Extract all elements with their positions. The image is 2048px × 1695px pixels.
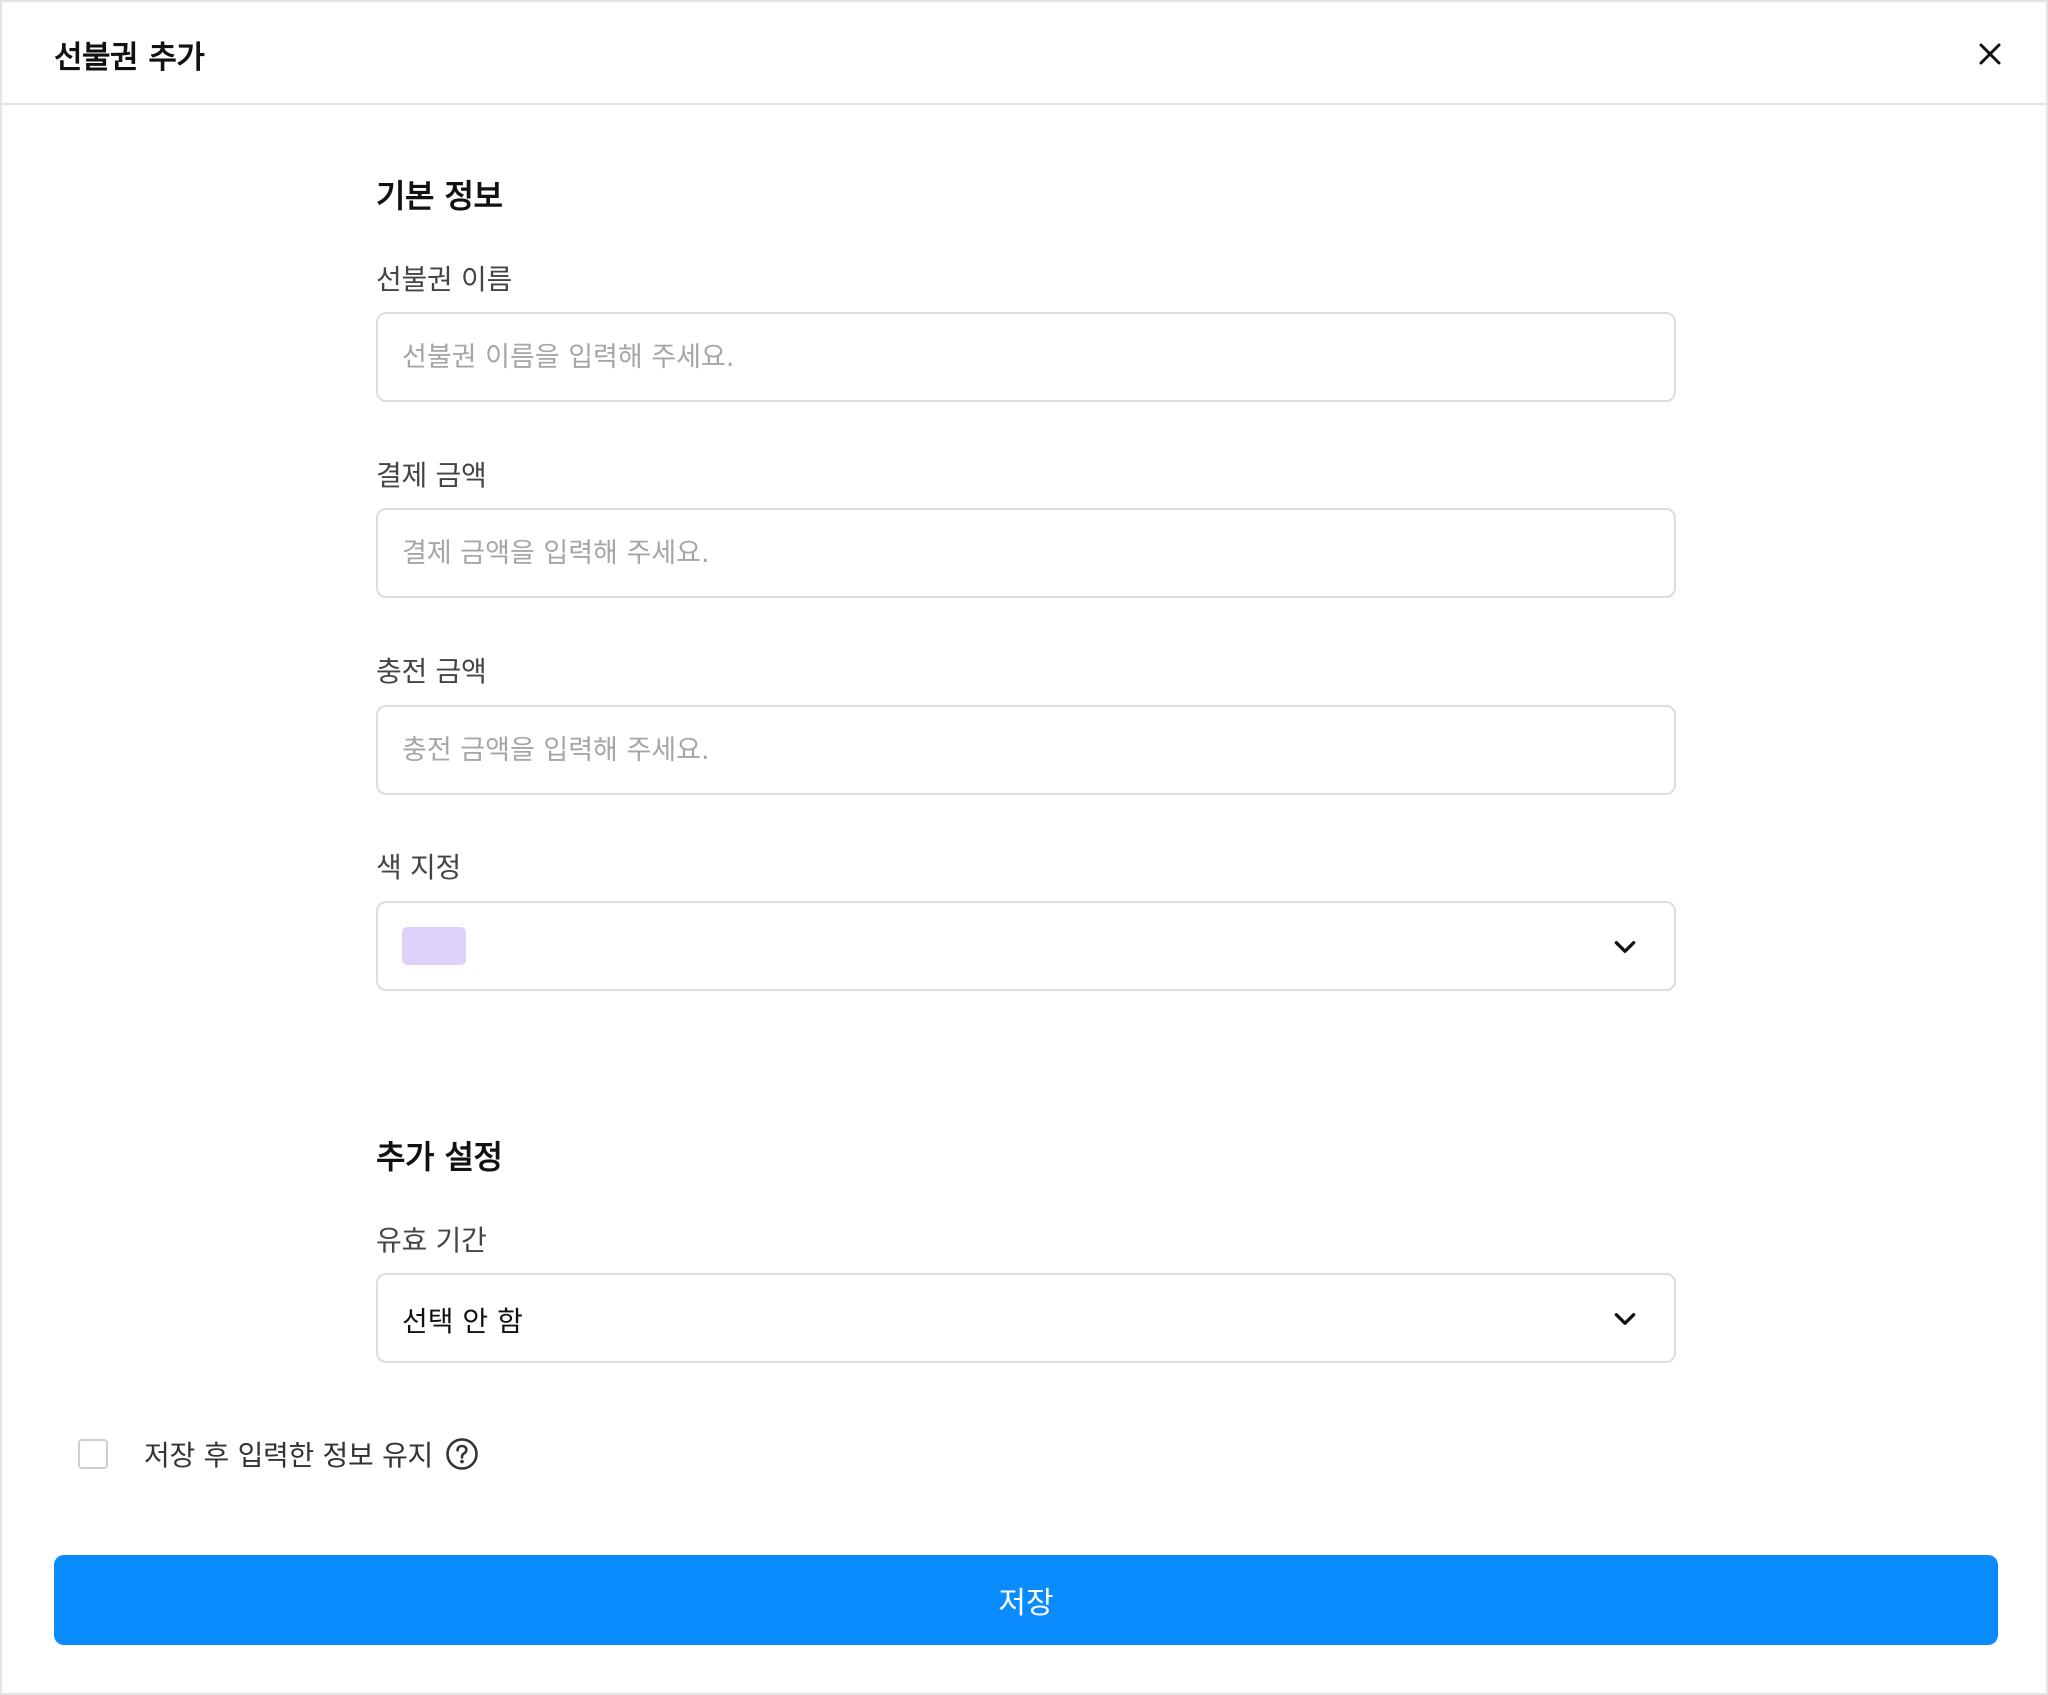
section-title-basic-info: 기본 정보 (376, 177, 503, 215)
validity-period-value: 선택 안 함 (402, 1305, 523, 1338)
close-icon (1979, 43, 2001, 65)
payment-amount-input[interactable] (378, 510, 1674, 596)
modal-title: 선불권 추가 (54, 40, 205, 76)
name-input[interactable] (378, 314, 1674, 400)
close-button[interactable] (1970, 34, 2010, 74)
payment-field-label: 결제 금액 (376, 459, 487, 492)
color-select[interactable] (376, 901, 1676, 991)
validity-field-label: 유효 기간 (376, 1224, 487, 1257)
name-field-label: 선불권 이름 (376, 263, 512, 296)
charge-amount-input[interactable] (378, 707, 1674, 793)
prepaid-add-modal: 선불권 추가 기본 정보 선불권 이름 결제 금액 충전 금액 색 지정 추가 (0, 0, 2048, 1695)
help-icon[interactable] (445, 1437, 479, 1471)
save-button[interactable]: 저장 (54, 1555, 1998, 1645)
payment-input-box (376, 508, 1676, 598)
name-input-box (376, 312, 1676, 402)
keep-info-checkbox[interactable] (78, 1439, 108, 1469)
charge-input-box (376, 705, 1676, 795)
keep-info-row: 저장 후 입력한 정보 유지 (78, 1432, 479, 1476)
keep-info-label: 저장 후 입력한 정보 유지 (144, 1439, 434, 1472)
color-field-label: 색 지정 (376, 851, 461, 884)
chevron-down-icon (1614, 1313, 1636, 1325)
validity-period-select[interactable]: 선택 안 함 (376, 1273, 1676, 1363)
chevron-down-icon (1614, 941, 1636, 953)
color-swatch (402, 927, 466, 965)
charge-field-label: 충전 금액 (376, 655, 487, 688)
modal-header: 선불권 추가 (2, 2, 2046, 105)
section-title-additional-settings: 추가 설정 (376, 1138, 503, 1176)
